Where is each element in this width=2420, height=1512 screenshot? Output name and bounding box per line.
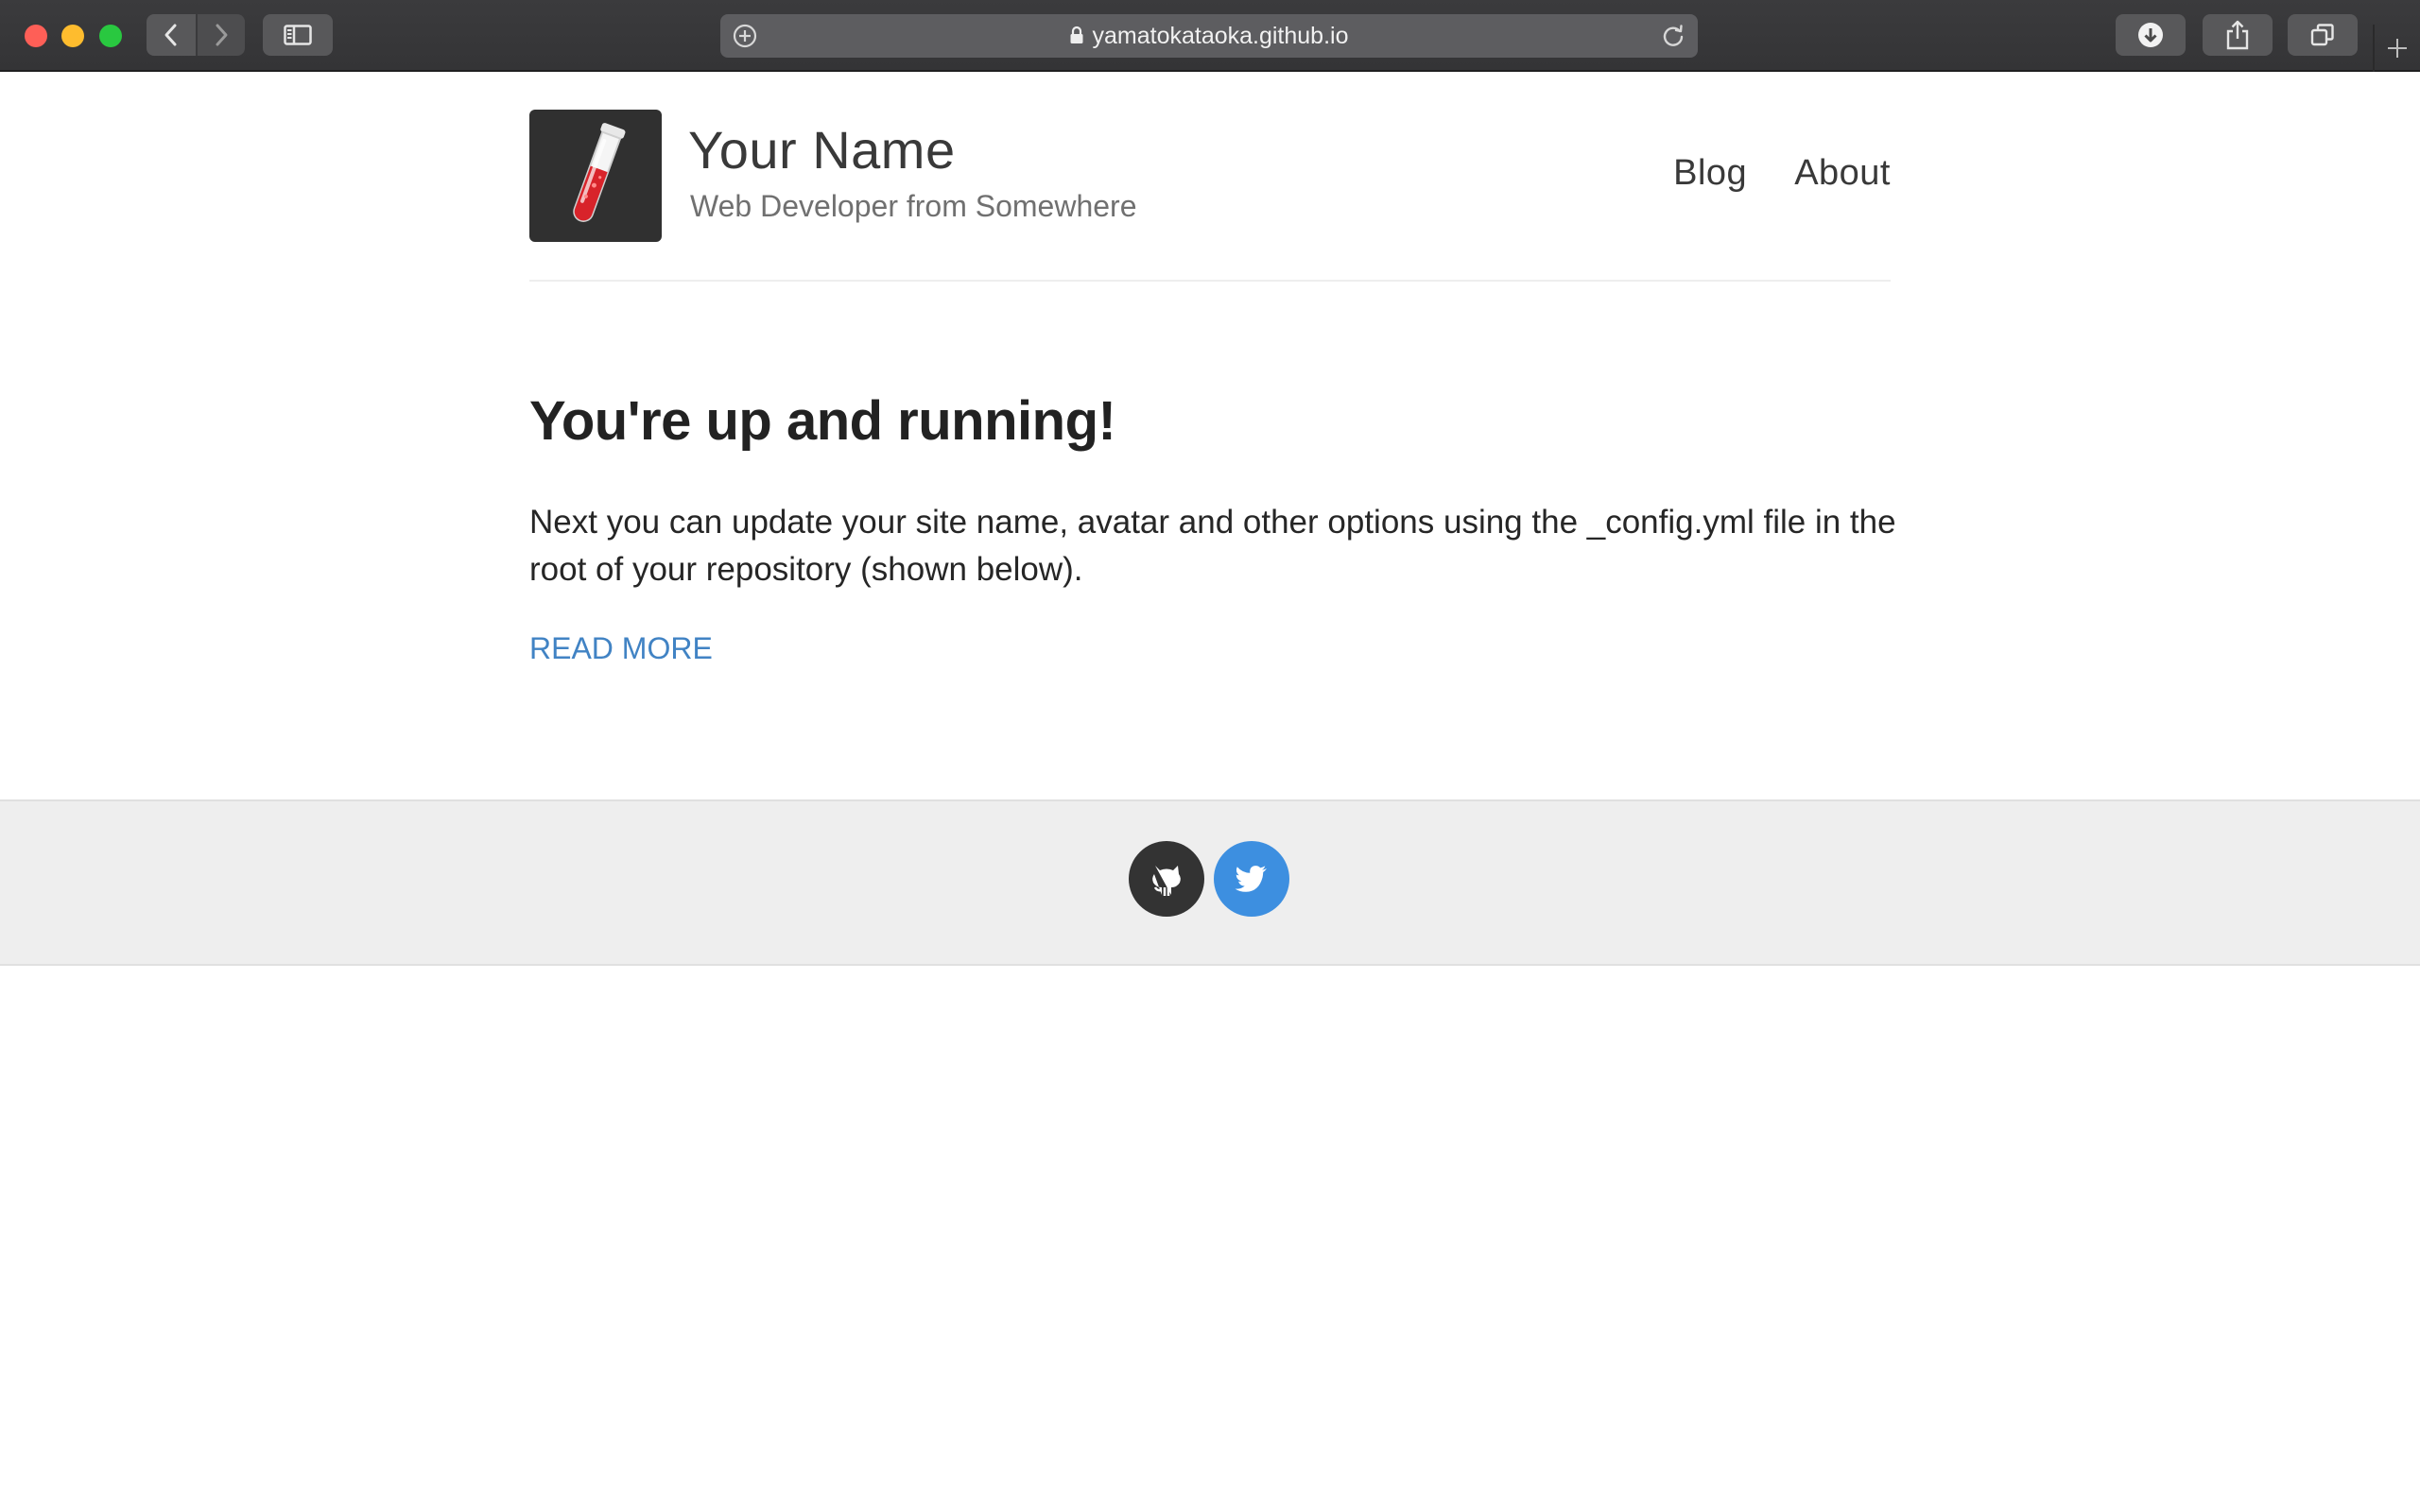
forward-button[interactable] — [196, 14, 245, 56]
site-nav: Blog About — [1673, 153, 1891, 194]
post-excerpt: Next you can update your site name, avat… — [529, 504, 1896, 588]
twitter-icon — [1235, 866, 1267, 892]
share-button[interactable] — [2203, 14, 2273, 56]
nav-link-blog[interactable]: Blog — [1673, 153, 1747, 194]
site-avatar[interactable] — [529, 110, 662, 242]
new-tab-icon — [2388, 39, 2407, 58]
lock-icon — [1070, 26, 1083, 44]
reload-icon[interactable] — [1660, 23, 1686, 49]
new-tab-button[interactable] — [2373, 25, 2420, 72]
back-button[interactable] — [147, 14, 196, 56]
forward-icon — [216, 24, 228, 46]
downloads-button[interactable] — [2116, 14, 2186, 56]
url-text: yamatokataoka.github.io — [1092, 23, 1349, 49]
read-more-link[interactable]: READ MORE — [529, 631, 713, 666]
site-footer — [0, 799, 2420, 966]
minimize-window-button[interactable] — [61, 25, 84, 47]
share-icon — [2226, 20, 2249, 50]
site-description: Web Developer from Somewhere — [690, 189, 1137, 223]
web-page: Your Name Web Developer from Somewhere B… — [0, 72, 2420, 1512]
post-title[interactable]: You're up and running! — [529, 389, 1116, 453]
back-icon — [164, 24, 177, 46]
tabs-overview-button[interactable] — [2288, 14, 2358, 56]
history-buttons — [147, 14, 245, 56]
site-name[interactable]: Your Name — [688, 119, 956, 180]
close-window-button[interactable] — [25, 25, 47, 47]
browser-toolbar: yamatokataoka.github.io — [0, 0, 2420, 72]
nav-link-about[interactable]: About — [1794, 153, 1891, 194]
address-bar[interactable]: yamatokataoka.github.io — [720, 14, 1698, 58]
zoom-window-button[interactable] — [99, 25, 122, 47]
github-icon — [1152, 866, 1181, 896]
sidebar-icon — [284, 25, 312, 45]
sidebar-button[interactable] — [263, 14, 333, 56]
test-tube-icon — [573, 123, 626, 222]
tabs-icon — [2310, 24, 2334, 46]
twitter-link[interactable] — [1214, 841, 1289, 917]
github-link[interactable] — [1129, 841, 1204, 917]
masthead: Your Name Web Developer from Somewhere B… — [529, 72, 1891, 282]
download-icon — [2138, 23, 2163, 47]
